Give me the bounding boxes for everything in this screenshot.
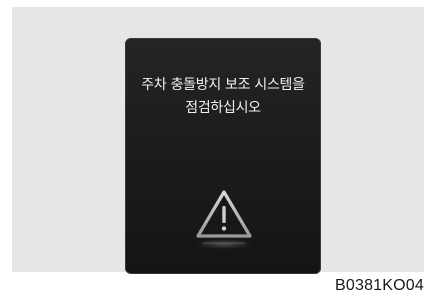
warning-message-line1: 주차 충돌방지 보조 시스템을 — [141, 77, 305, 93]
figure-code: B0381KO04 — [335, 277, 424, 294]
warning-message-line2: 점검하십시오 — [185, 100, 261, 116]
warning-triangle-icon — [196, 190, 252, 249]
cluster-display: 주차 충돌방지 보조 시스템을 점검하십시오 — [125, 38, 321, 274]
warning-message: 주차 충돌방지 보조 시스템을 점검하십시오 — [125, 74, 321, 120]
